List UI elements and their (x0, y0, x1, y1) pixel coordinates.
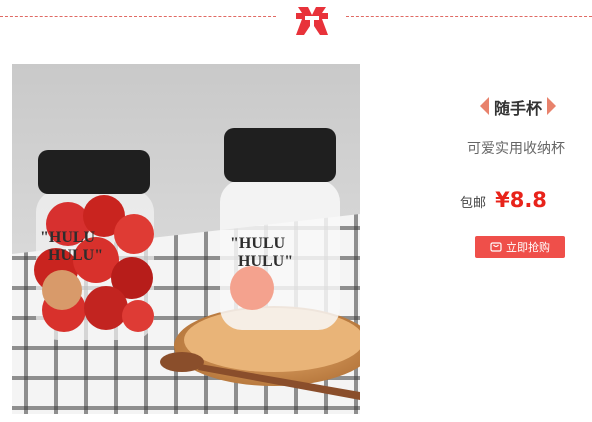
divider-line-right (346, 16, 592, 17)
price-value: ¥8.8 (495, 188, 547, 212)
svg-text:HULU": HULU" (238, 253, 293, 270)
brand-logo-icon (294, 1, 330, 41)
divider-line-left (0, 16, 276, 17)
right-arrow-icon (547, 97, 556, 115)
svg-text:"HULU: "HULU (40, 229, 96, 246)
section-divider (0, 0, 592, 50)
cart-icon (490, 241, 502, 253)
svg-text:"HULU: "HULU (230, 235, 286, 252)
product-name-banner: 随手杯 (476, 89, 560, 123)
product-photo[interactable]: "HULU HULU" "HULU HULU" (12, 64, 360, 414)
price-row: 包邮 ¥8.8 (460, 188, 580, 218)
buy-now-button[interactable]: 立即抢购 (475, 236, 565, 258)
svg-text:HULU": HULU" (48, 247, 103, 264)
product-subtitle: 可爱实用收纳杯 (467, 141, 565, 157)
free-shipping-label: 包邮 (460, 196, 487, 211)
buy-now-label: 立即抢购 (506, 241, 550, 254)
